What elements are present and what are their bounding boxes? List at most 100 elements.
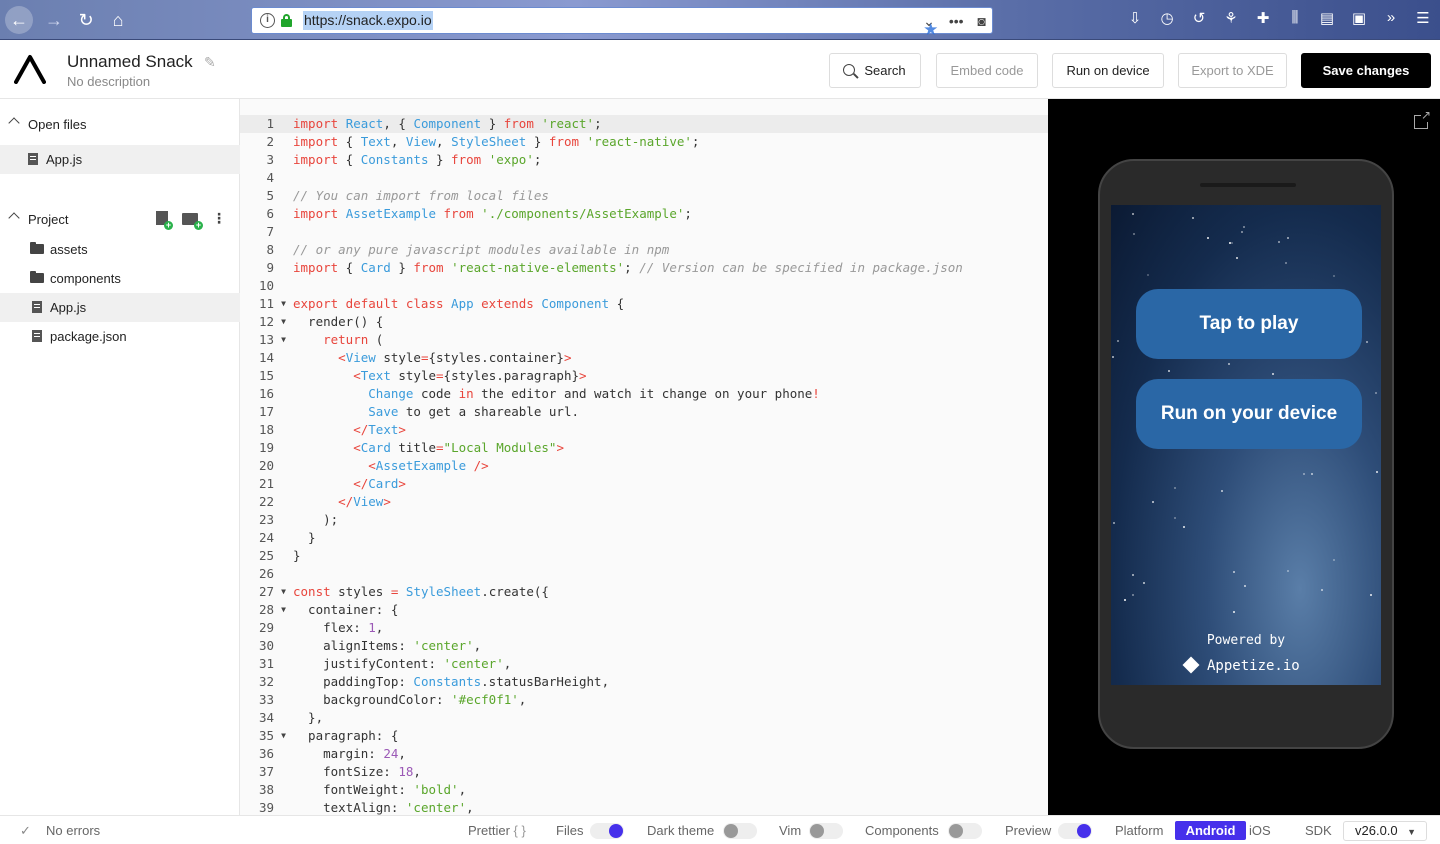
code-line[interactable]: flex: 1, — [293, 619, 963, 637]
bookmark-star-icon[interactable]: ★ — [923, 20, 938, 39]
code-line[interactable]: import AssetExample from './components/A… — [293, 205, 963, 223]
code-line[interactable]: Change code in the editor and watch it c… — [293, 385, 963, 403]
code-line[interactable] — [293, 565, 963, 583]
code-line[interactable]: textAlign: 'center', — [293, 799, 963, 815]
run-on-your-device-button[interactable]: Run on your device — [1136, 379, 1362, 449]
code-line[interactable]: <AssetExample /> — [293, 457, 963, 475]
expo-logo-icon[interactable] — [14, 54, 46, 84]
add-folder-icon[interactable] — [182, 213, 203, 230]
code-line[interactable] — [293, 277, 963, 295]
code-content[interactable]: import React, { Component } from 'react'… — [293, 115, 963, 815]
code-line[interactable]: // or any pure javascript modules availa… — [293, 241, 963, 259]
code-line[interactable]: const styles = StyleSheet.create({ — [293, 583, 963, 601]
code-line[interactable]: import { Constants } from 'expo'; — [293, 151, 963, 169]
code-line[interactable]: </Card> — [293, 475, 963, 493]
puzzle-icon[interactable]: ✚ — [1254, 9, 1272, 27]
tree-item-app-js[interactable]: App.js — [0, 293, 240, 322]
fold-arrow-icon[interactable]: ▼ — [281, 583, 286, 601]
history-icon[interactable]: ↺ — [1190, 9, 1208, 27]
sdk-version-select[interactable]: v26.0.0 ▼ — [1343, 821, 1427, 841]
run-on-device-button[interactable]: Run on device — [1052, 53, 1164, 88]
popout-icon[interactable] — [1414, 108, 1431, 129]
tap-to-play-button[interactable]: Tap to play — [1136, 289, 1362, 359]
components-toggle[interactable] — [948, 823, 982, 839]
code-line[interactable]: Save to get a shareable url. — [293, 403, 963, 421]
code-line[interactable]: return ( — [293, 331, 963, 349]
snack-description[interactable]: No description — [67, 74, 150, 89]
page-actions-icon[interactable]: ••• — [949, 13, 964, 29]
reload-button[interactable]: ↻ — [72, 6, 100, 34]
code-line[interactable]: fontWeight: 'bold', — [293, 781, 963, 799]
addon-icon[interactable]: ▣ — [1350, 9, 1368, 27]
code-line[interactable]: }, — [293, 709, 963, 727]
dark-theme-toggle[interactable] — [723, 823, 757, 839]
tree-item-components[interactable]: components — [0, 264, 240, 293]
vim-toggle[interactable] — [809, 823, 843, 839]
url-text[interactable]: https://snack.expo.io — [303, 11, 433, 30]
phone-screen[interactable]: Tap to play Run on your device Powered b… — [1111, 205, 1381, 685]
info-icon[interactable]: i — [260, 13, 275, 28]
code-line[interactable]: </View> — [293, 493, 963, 511]
forward-button[interactable]: → — [40, 6, 68, 34]
fold-arrow-icon[interactable]: ▼ — [281, 313, 286, 331]
pencil-icon[interactable]: ✎ — [204, 54, 216, 71]
open-files-header[interactable]: Open files — [0, 111, 240, 139]
code-line[interactable]: <Card title="Local Modules"> — [293, 439, 963, 457]
code-line[interactable]: container: { — [293, 601, 963, 619]
code-line[interactable] — [293, 223, 963, 241]
fold-arrow-icon[interactable]: ▼ — [281, 727, 286, 745]
overflow-icon[interactable]: » — [1382, 9, 1400, 27]
code-editor[interactable]: 1 2 3 4 5 6 7 8 9 10 11 ▼ 12 ▼ 13 ▼ 14 15 16 17 18 19 20 21 22 23… — [240, 99, 1048, 815]
menu-icon[interactable]: ☰ — [1414, 9, 1432, 27]
code-line[interactable]: render() { — [293, 313, 963, 331]
code-line[interactable]: ); — [293, 511, 963, 529]
prettier-button[interactable]: Prettier { } — [468, 823, 526, 838]
platform-ios-button[interactable]: iOS — [1249, 823, 1271, 838]
code-line[interactable]: alignItems: 'center', — [293, 637, 963, 655]
files-toggle[interactable] — [590, 823, 624, 839]
code-line[interactable] — [293, 169, 963, 187]
code-line[interactable]: import React, { Component } from 'react'… — [293, 115, 963, 133]
embed-code-button[interactable]: Embed code — [936, 53, 1038, 88]
fold-arrow-icon[interactable]: ▼ — [281, 331, 286, 349]
code-line[interactable]: } — [293, 529, 963, 547]
search-button[interactable]: Search — [829, 53, 921, 88]
code-line[interactable]: <Text style={styles.paragraph}> — [293, 367, 963, 385]
clock-icon[interactable]: ◷ — [1158, 9, 1176, 27]
fold-arrow-icon[interactable]: ▼ — [281, 601, 286, 619]
back-button[interactable]: ← — [5, 6, 33, 34]
add-file-icon[interactable] — [156, 211, 173, 230]
snack-title[interactable]: Unnamed Snack — [67, 52, 193, 72]
code-line[interactable]: </Text> — [293, 421, 963, 439]
extension-icon[interactable]: ⚘ — [1222, 9, 1240, 27]
sidebar-icon[interactable]: ▤ — [1318, 9, 1336, 27]
tree-item-package-json[interactable]: package.json — [0, 322, 240, 351]
save-changes-button[interactable]: Save changes — [1301, 53, 1431, 88]
project-header[interactable]: Project ⋮ — [0, 206, 240, 234]
code-line[interactable]: paddingTop: Constants.statusBarHeight, — [293, 673, 963, 691]
code-line[interactable]: fontSize: 18, — [293, 763, 963, 781]
code-line[interactable]: margin: 24, — [293, 745, 963, 763]
code-line[interactable]: import { Card } from 'react-native-eleme… — [293, 259, 963, 277]
fold-arrow-icon[interactable]: ▼ — [281, 295, 286, 313]
code-line[interactable]: export default class App extends Compone… — [293, 295, 963, 313]
appetize-link[interactable]: Appetize.io — [1182, 656, 1300, 674]
code-line[interactable]: } — [293, 547, 963, 565]
code-line[interactable]: import { Text, View, StyleSheet } from '… — [293, 133, 963, 151]
platform-android-button[interactable]: Android — [1175, 821, 1246, 840]
tree-item-assets[interactable]: assets — [0, 235, 240, 264]
more-options-icon[interactable]: ⋮ — [212, 211, 226, 225]
code-line[interactable]: justifyContent: 'center', — [293, 655, 963, 673]
export-to-xde-button[interactable]: Export to XDE — [1178, 53, 1287, 88]
open-file-item[interactable]: App.js — [0, 145, 240, 174]
pocket-icon[interactable]: ◙ — [978, 13, 986, 29]
code-line[interactable]: <View style={styles.container}> — [293, 349, 963, 367]
address-bar[interactable]: i https://snack.expo.io ⌄ ••• ◙ ★ — [251, 7, 993, 39]
preview-toggle[interactable] — [1058, 823, 1092, 839]
code-line[interactable]: backgroundColor: '#ecf0f1', — [293, 691, 963, 709]
library-icon[interactable]: ⫼ — [1286, 9, 1304, 27]
code-line[interactable]: // You can import from local files — [293, 187, 963, 205]
download-icon[interactable]: ⇩ — [1126, 9, 1144, 27]
home-button[interactable]: ⌂ — [104, 6, 132, 34]
code-line[interactable]: paragraph: { — [293, 727, 963, 745]
